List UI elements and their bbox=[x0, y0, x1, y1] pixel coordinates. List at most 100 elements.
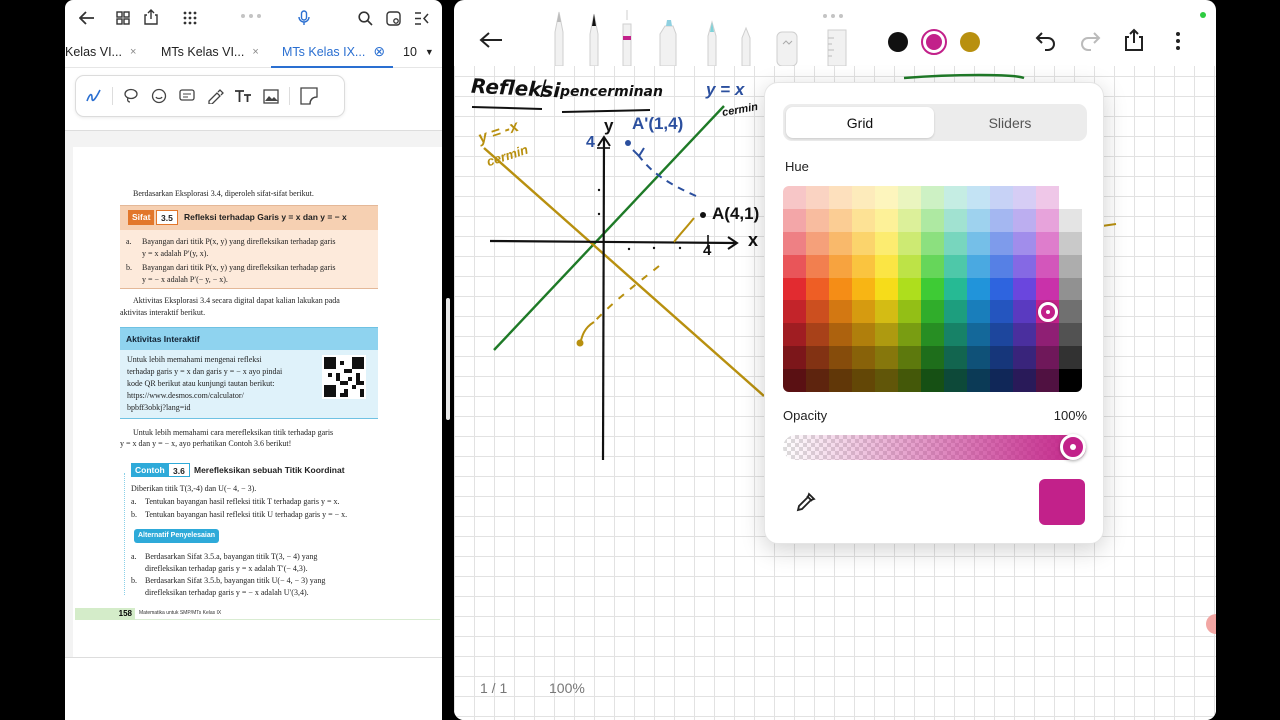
image-icon[interactable] bbox=[259, 84, 283, 108]
color-swatch[interactable] bbox=[852, 277, 875, 301]
color-swatch[interactable] bbox=[990, 369, 1013, 392]
color-swatch[interactable] bbox=[783, 186, 806, 209]
marker-pen-icon[interactable] bbox=[657, 10, 679, 66]
color-swatch[interactable] bbox=[1059, 231, 1082, 255]
tab-kelas-vi[interactable]: Kelas VI... × bbox=[65, 36, 150, 67]
color-swatch[interactable] bbox=[921, 369, 944, 392]
color-swatch[interactable] bbox=[806, 346, 829, 370]
color-swatch[interactable] bbox=[921, 231, 944, 255]
color-swatch[interactable] bbox=[806, 186, 829, 209]
color-swatch[interactable] bbox=[1036, 277, 1059, 301]
color-swatch[interactable] bbox=[1013, 346, 1036, 370]
tab-mts-kelas-ix[interactable]: MTs Kelas IX... ⊗ bbox=[271, 36, 393, 68]
sticker-icon[interactable] bbox=[147, 84, 171, 108]
color-swatch[interactable] bbox=[990, 208, 1013, 232]
color-swatch[interactable] bbox=[783, 208, 806, 232]
color-swatch[interactable] bbox=[1036, 346, 1059, 370]
color-swatch[interactable] bbox=[852, 231, 875, 255]
color-magenta-selected[interactable] bbox=[921, 29, 947, 55]
color-swatch[interactable] bbox=[806, 231, 829, 255]
color-swatch[interactable] bbox=[1036, 254, 1059, 278]
color-swatch[interactable] bbox=[1013, 277, 1036, 301]
eraser-icon[interactable] bbox=[775, 10, 799, 66]
color-swatch[interactable] bbox=[1059, 254, 1082, 278]
color-swatch[interactable] bbox=[898, 277, 921, 301]
color-swatch[interactable] bbox=[967, 277, 990, 301]
color-swatch[interactable] bbox=[829, 369, 852, 392]
collapse-sidebar-icon[interactable] bbox=[411, 7, 431, 29]
color-swatch[interactable] bbox=[944, 346, 967, 370]
color-swatch[interactable] bbox=[829, 323, 852, 347]
color-swatch[interactable] bbox=[852, 300, 875, 324]
opacity-slider[interactable] bbox=[783, 435, 1086, 460]
page-curl-icon[interactable] bbox=[296, 84, 322, 108]
color-swatch[interactable] bbox=[967, 231, 990, 255]
color-swatch[interactable] bbox=[875, 254, 898, 278]
color-swatch[interactable] bbox=[1013, 231, 1036, 255]
color-swatch[interactable] bbox=[1013, 254, 1036, 278]
comment-icon[interactable] bbox=[175, 84, 199, 108]
color-swatch[interactable] bbox=[852, 346, 875, 370]
pdf-viewer[interactable]: Berdasarkan Eksplorasi 3.4, diperoleh si… bbox=[65, 130, 442, 658]
share-icon[interactable] bbox=[141, 6, 161, 28]
color-swatch[interactable] bbox=[875, 208, 898, 232]
tab-grid[interactable]: Grid bbox=[786, 107, 934, 138]
color-swatch[interactable] bbox=[829, 254, 852, 278]
color-swatch[interactable] bbox=[944, 369, 967, 392]
color-swatch[interactable] bbox=[944, 277, 967, 301]
color-swatch[interactable] bbox=[1013, 186, 1036, 209]
pen-tool-icon[interactable] bbox=[82, 84, 106, 108]
color-swatch[interactable] bbox=[990, 186, 1013, 209]
color-swatch[interactable] bbox=[967, 323, 990, 347]
color-swatch[interactable] bbox=[1013, 369, 1036, 392]
color-swatch[interactable] bbox=[783, 300, 806, 324]
color-swatch[interactable] bbox=[1059, 186, 1082, 209]
color-swatch[interactable] bbox=[1013, 300, 1036, 324]
color-gold[interactable] bbox=[960, 32, 980, 52]
color-swatch[interactable] bbox=[852, 254, 875, 278]
color-swatch[interactable] bbox=[875, 369, 898, 392]
split-view-handle[interactable] bbox=[446, 298, 450, 420]
color-swatch[interactable] bbox=[1059, 346, 1082, 370]
color-swatch[interactable] bbox=[967, 300, 990, 324]
color-swatch[interactable] bbox=[898, 369, 921, 392]
color-swatch[interactable] bbox=[898, 231, 921, 255]
opacity-slider-thumb[interactable] bbox=[1060, 434, 1086, 460]
undo-icon[interactable] bbox=[1032, 28, 1060, 54]
color-swatch[interactable] bbox=[783, 346, 806, 370]
color-swatch[interactable] bbox=[852, 208, 875, 232]
brush-pen-icon[interactable] bbox=[705, 10, 719, 66]
color-swatch[interactable] bbox=[1036, 231, 1059, 255]
redo-icon[interactable] bbox=[1076, 28, 1104, 54]
color-swatch[interactable] bbox=[806, 369, 829, 392]
desmos-link[interactable]: bpbff3obkj?lang=id bbox=[127, 402, 317, 414]
color-swatch[interactable] bbox=[1036, 369, 1059, 392]
color-swatch[interactable] bbox=[967, 369, 990, 392]
color-swatch[interactable] bbox=[1059, 323, 1082, 347]
color-swatch-grid[interactable] bbox=[783, 186, 1082, 392]
color-swatch[interactable] bbox=[990, 254, 1013, 278]
text-tool-icon[interactable] bbox=[231, 84, 255, 108]
color-swatch[interactable] bbox=[944, 254, 967, 278]
color-swatch[interactable] bbox=[806, 300, 829, 324]
color-swatch[interactable] bbox=[944, 231, 967, 255]
color-swatch[interactable] bbox=[921, 277, 944, 301]
back-arrow-icon[interactable] bbox=[75, 7, 99, 29]
lasso-icon[interactable] bbox=[119, 84, 143, 108]
color-swatch[interactable] bbox=[1059, 277, 1082, 301]
color-swatch[interactable] bbox=[898, 300, 921, 324]
tab-close-icon[interactable]: × bbox=[130, 46, 136, 58]
color-swatch[interactable] bbox=[1059, 300, 1082, 324]
color-swatch[interactable] bbox=[990, 277, 1013, 301]
color-swatch[interactable] bbox=[1059, 369, 1082, 392]
search-icon[interactable] bbox=[355, 7, 375, 29]
color-swatch[interactable] bbox=[875, 346, 898, 370]
pencil-tool-icon[interactable] bbox=[552, 10, 566, 66]
color-swatch[interactable] bbox=[783, 277, 806, 301]
color-swatch[interactable] bbox=[829, 208, 852, 232]
tab-mts-kelas-vi[interactable]: MTs Kelas VI... × bbox=[160, 36, 275, 67]
color-swatch[interactable] bbox=[829, 277, 852, 301]
color-swatch[interactable] bbox=[875, 300, 898, 324]
color-swatch[interactable] bbox=[921, 346, 944, 370]
color-swatch[interactable] bbox=[898, 254, 921, 278]
